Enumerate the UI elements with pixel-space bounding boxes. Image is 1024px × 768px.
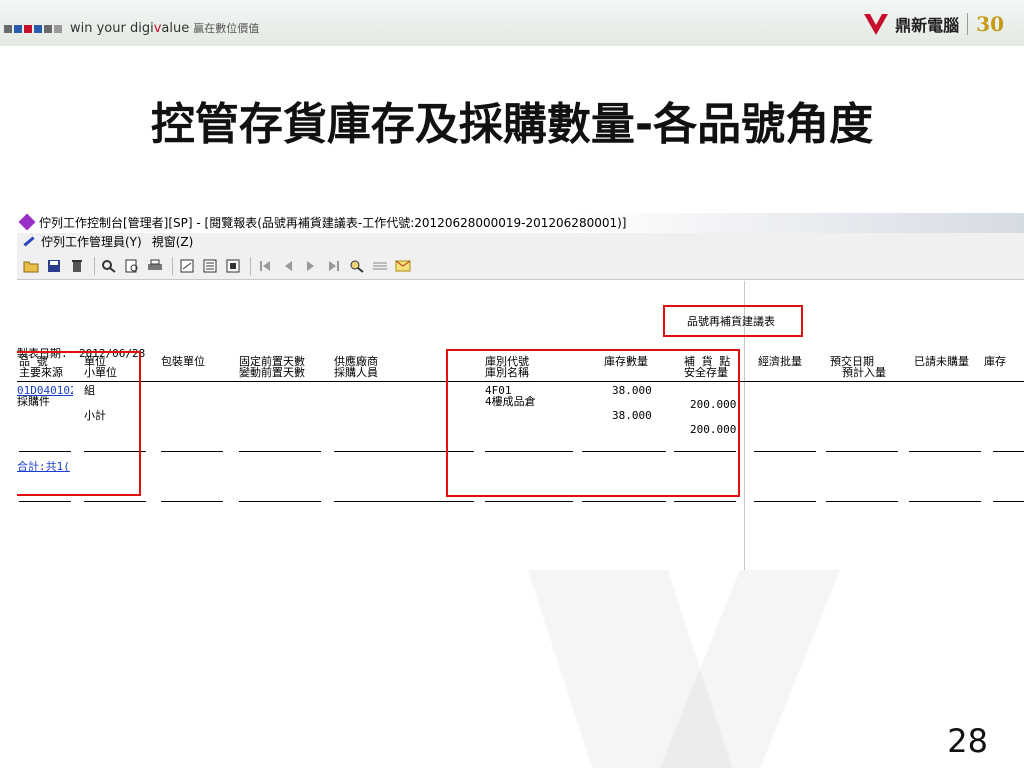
header-wh-cut: 庫存 [984, 355, 1006, 368]
report-viewer-window: 佇列工作控制台[管理者][SP] - [閱覽報表(品號再補貨建議表-工作代號:2… [17, 213, 1024, 570]
footer-rule [334, 501, 474, 502]
app-diamond-icon [18, 213, 36, 231]
header-expected-in: 預計入量 [842, 366, 886, 379]
banner-square [24, 25, 32, 33]
slogan-suffix: alue [161, 21, 190, 36]
header-var-lead: 變動前置天數 [239, 366, 305, 379]
banner-squares [4, 25, 62, 33]
footer-rule [161, 501, 223, 502]
slogan-prefix: win your digi [70, 21, 154, 36]
footer-rule [19, 501, 71, 502]
stock-columns-highlight [446, 349, 740, 497]
row-rule [909, 451, 981, 452]
print-icon[interactable] [145, 257, 165, 275]
next-page-icon[interactable] [301, 257, 321, 275]
menubar: 佇列工作管理員(Y) 視窗(Z) [17, 233, 1024, 252]
footer-rule [826, 501, 898, 502]
header-pack-unit: 包裝單位 [161, 355, 205, 368]
banner-square [34, 25, 42, 33]
banner-slogan: win your digivalue 贏在數位價值 [70, 20, 259, 36]
header-eco-lot: 經濟批量 [758, 355, 802, 368]
open-icon[interactable] [21, 257, 41, 275]
footer-rule [754, 501, 816, 502]
report-area: 品號再補貨建議表 製表日期: 2012/06/28 品 號 主要來源 單位 小單… [17, 281, 1024, 570]
row-rule [993, 451, 1024, 452]
footer-rule [582, 501, 666, 502]
row-rule [161, 451, 223, 452]
prev-page-icon[interactable] [278, 257, 298, 275]
page-number: 28 [947, 722, 988, 760]
row-rule [826, 451, 898, 452]
first-page-icon[interactable] [255, 257, 275, 275]
toolbar-separator [172, 256, 173, 275]
toolbar [17, 252, 1024, 280]
brand-mark-icon [864, 14, 889, 35]
window-title: 佇列工作控制台[管理者][SP] - [閱覽報表(品號再補貨建議表-工作代號:2… [39, 216, 627, 230]
footer-rule [674, 501, 736, 502]
row-rule [239, 451, 321, 452]
brand-separator [967, 13, 969, 35]
header-buyer: 採購人員 [334, 366, 378, 379]
top-banner: win your digivalue 贏在數位價值 鼎新電腦 30 [0, 0, 1024, 46]
slogan-zh: 贏在數位價值 [193, 22, 260, 35]
banner-square [44, 25, 52, 33]
brand-logo: 鼎新電腦 30 [863, 8, 1004, 40]
delete-icon[interactable] [67, 257, 87, 275]
anniversary-30-logo: 30 [976, 12, 1004, 36]
item-column-highlight [17, 351, 141, 496]
find-icon[interactable] [99, 257, 119, 275]
brand-name: 鼎新電腦 [895, 16, 960, 35]
banner-square [54, 25, 62, 33]
pen-icon [23, 236, 35, 247]
export-icon[interactable] [177, 257, 197, 275]
last-page-icon[interactable] [324, 257, 344, 275]
save-icon[interactable] [44, 257, 64, 275]
menu-window[interactable]: 視窗(Z) [152, 235, 194, 249]
slide-title: 控管存貨庫存及採購數量-各品號角度 [150, 99, 874, 150]
report-title-highlight [663, 305, 803, 337]
copy-icon[interactable] [200, 257, 220, 275]
footer-rule [485, 501, 573, 502]
window-titlebar[interactable]: 佇列工作控制台[管理者][SP] - [閱覽報表(品號再補貨建議表-工作代號:2… [17, 213, 1024, 233]
mail-icon[interactable] [393, 257, 413, 275]
banner-square [14, 25, 22, 33]
banner-square [4, 25, 12, 33]
footer-rule [239, 501, 321, 502]
footer-rule [84, 501, 146, 502]
footer-rule [993, 501, 1024, 502]
preview-icon[interactable] [122, 257, 142, 275]
footer-rule [909, 501, 981, 502]
zoom-icon[interactable] [347, 257, 367, 275]
toolbar-separator [94, 256, 95, 275]
header-requested-unbought: 已請未購量 [914, 355, 969, 368]
toolbar-separator [250, 256, 251, 275]
lines-icon[interactable] [370, 257, 390, 275]
row-rule [754, 451, 816, 452]
paste-icon[interactable] [223, 257, 243, 275]
menu-queue-manager[interactable]: 佇列工作管理員(Y) [41, 235, 142, 249]
